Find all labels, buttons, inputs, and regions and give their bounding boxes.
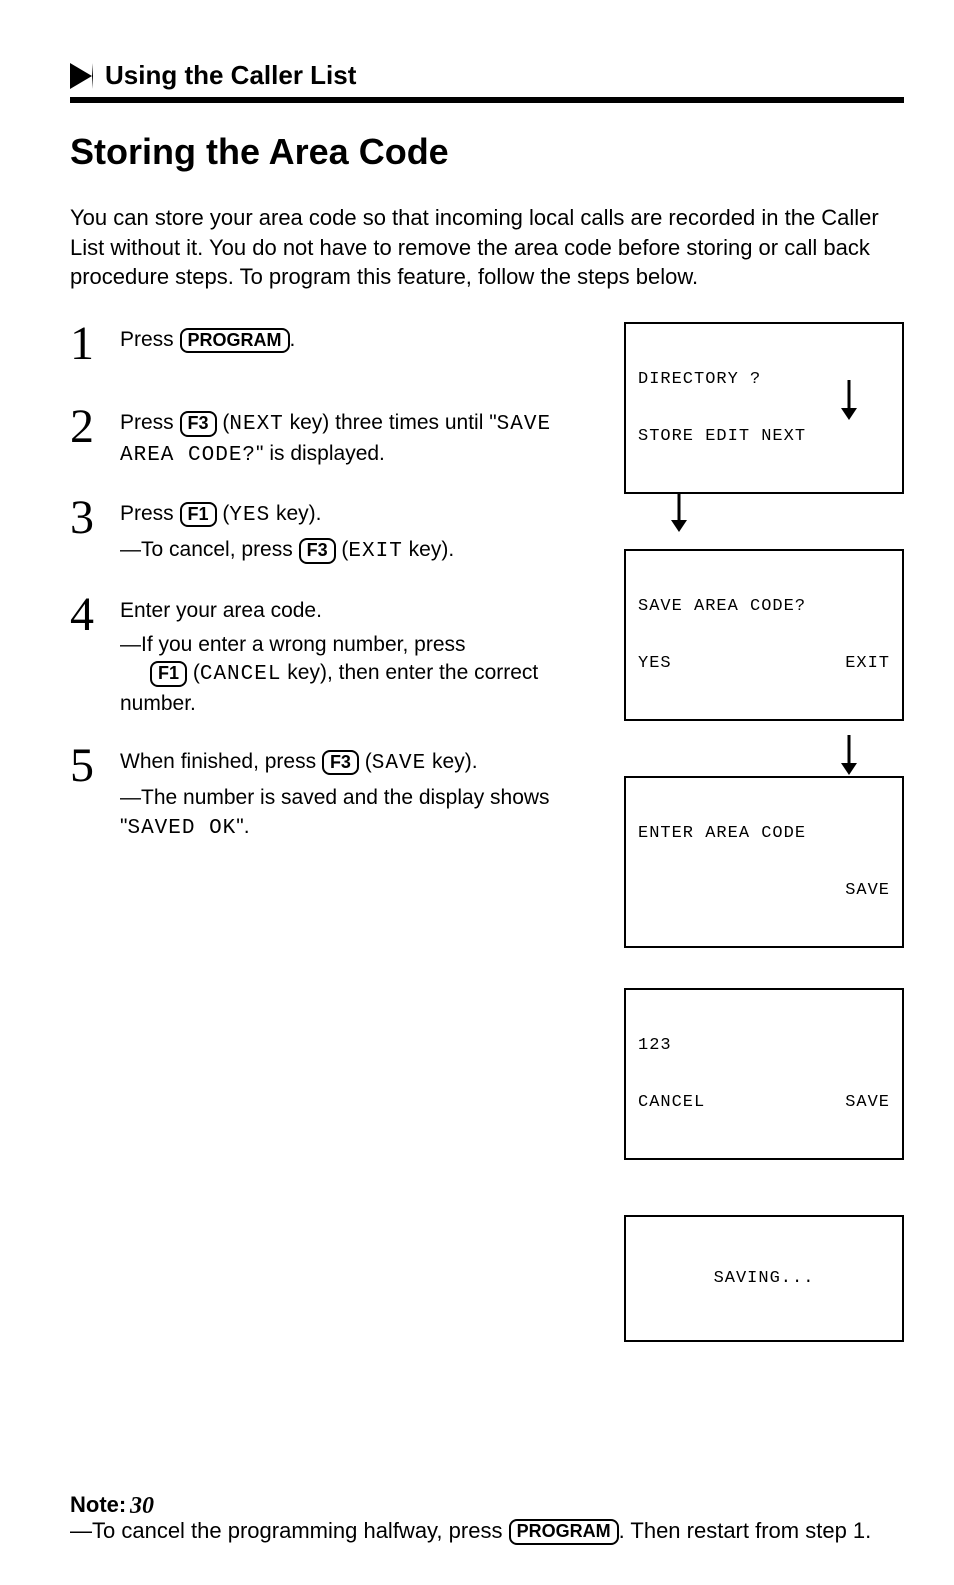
f3-key: F3 bbox=[322, 750, 359, 776]
lcd-screen-123: 123 CANCELSAVE bbox=[624, 988, 904, 1160]
step-4: 4 Enter your area code. —If you enter a … bbox=[70, 593, 604, 718]
program-key: PROGRAM bbox=[180, 328, 290, 354]
arrow-down-icon bbox=[664, 492, 694, 532]
step-number: 1 bbox=[70, 322, 102, 365]
step-1: 1 Press PROGRAM. bbox=[70, 322, 604, 365]
page-title: Storing the Area Code bbox=[70, 131, 904, 173]
divider bbox=[70, 97, 904, 103]
step-3: 3 Press F1 (YES key). —To cancel, press … bbox=[70, 496, 604, 567]
arrow-down-icon bbox=[834, 380, 864, 420]
lcd-screen-saving: SAVING... bbox=[624, 1215, 904, 1342]
page-number: 30 bbox=[130, 1493, 154, 1520]
note-body: —To cancel the programming halfway, pres… bbox=[70, 1518, 904, 1545]
steps-column: 1 Press PROGRAM. 2 Press F3 (NEXT key) t… bbox=[70, 322, 604, 1382]
f3-key: F3 bbox=[299, 538, 336, 564]
program-key: PROGRAM bbox=[509, 1519, 619, 1545]
f1-key: F1 bbox=[150, 661, 187, 687]
step-number: 3 bbox=[70, 496, 102, 567]
note-section: Note: —To cancel the programming halfway… bbox=[70, 1492, 904, 1545]
section-title: Using the Caller List bbox=[105, 60, 356, 91]
step-body: Press PROGRAM. bbox=[120, 322, 295, 365]
intro-text: You can store your area code so that inc… bbox=[70, 203, 904, 292]
f3-key: F3 bbox=[180, 411, 217, 437]
step-body: Press F3 (NEXT key) three times until "S… bbox=[120, 405, 604, 470]
step-2: 2 Press F3 (NEXT key) three times until … bbox=[70, 405, 604, 470]
lcd-screen-enter-code: ENTER AREA CODE SAVE bbox=[624, 776, 904, 948]
step-number: 4 bbox=[70, 593, 102, 718]
section-header: Using the Caller List bbox=[70, 60, 904, 91]
step-body: Enter your area code. —If you enter a wr… bbox=[120, 593, 604, 718]
step-body: When finished, press F3 (SAVE key). —The… bbox=[120, 744, 604, 843]
lcd-screen-save-area: SAVE AREA CODE? YESEXIT bbox=[624, 549, 904, 721]
f1-key: F1 bbox=[180, 502, 217, 528]
note-title: Note: bbox=[70, 1492, 904, 1518]
screens-column: DIRECTORY ? STORE EDIT NEXT SAVE AREA CO… bbox=[624, 322, 904, 1382]
arrow-down-icon bbox=[834, 735, 864, 775]
step-number: 5 bbox=[70, 744, 102, 843]
step-body: Press F1 (YES key). —To cancel, press F3… bbox=[120, 496, 454, 567]
step-number: 2 bbox=[70, 405, 102, 470]
pointer-right-icon bbox=[70, 63, 93, 89]
step-5: 5 When finished, press F3 (SAVE key). —T… bbox=[70, 744, 604, 843]
